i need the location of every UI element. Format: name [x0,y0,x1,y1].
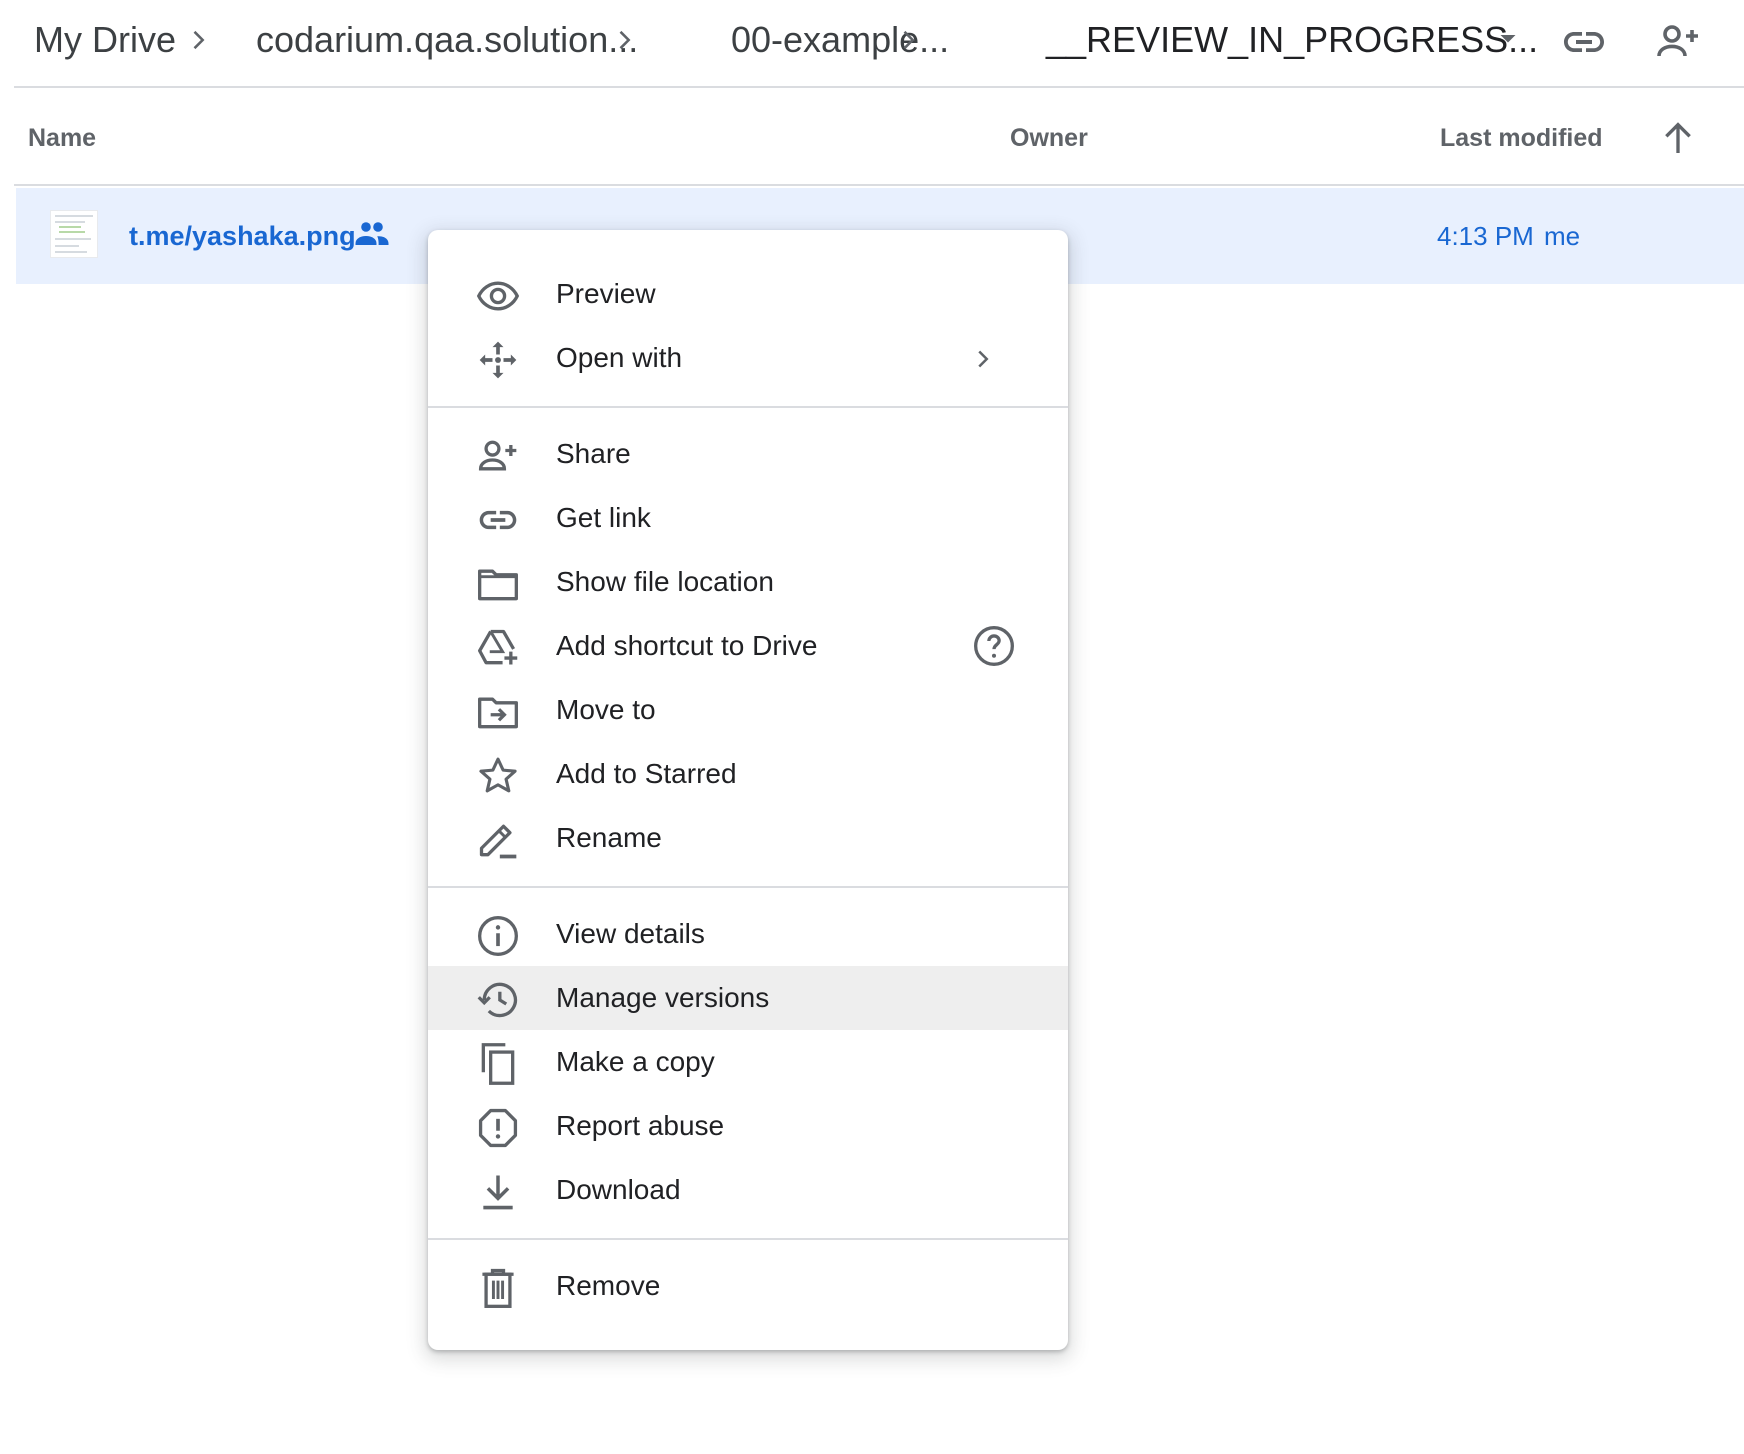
menu-item-share[interactable]: Share [428,422,1068,486]
column-last-modified-header[interactable]: Last modified [1440,90,1603,186]
file-name[interactable]: t.me/yashaka.png [129,188,356,284]
menu-item-show-file-location[interactable]: Show file location [428,550,1068,614]
menu-item-add-to-starred[interactable]: Add to Starred [428,742,1068,806]
menu-item-label: Report abuse [556,1110,725,1141]
chevron-right-icon [619,30,631,50]
folder-icon [478,569,518,601]
breadcrumb-bar: My Drive codarium.qaa.solution... 00-exa… [14,0,1744,88]
pencil-icon [479,824,517,859]
menu-item-get-link[interactable]: Get link [428,486,1068,550]
file-list-header: Name Owner Last modified [14,90,1744,186]
menu-item-label: Manage versions [556,982,770,1013]
column-name-header[interactable]: Name [28,90,96,186]
menu-item-label: Download [556,1174,681,1205]
menu-item-label: Get link [556,502,651,533]
info-icon [478,916,518,956]
menu-item-label: Open with [556,342,683,373]
menu-item-label: View details [556,918,705,949]
menu-item-label: Preview [556,278,656,309]
menu-item-report-abuse[interactable]: Report abuse [428,1094,1068,1158]
menu-item-label: Add shortcut to Drive [556,630,818,661]
move-arrows-icon [479,341,517,379]
chevron-right-icon [903,30,915,50]
dropdown-icon[interactable] [1490,20,1526,56]
menu-item-move-to[interactable]: Move to [428,678,1068,742]
menu-divider [428,1238,1068,1240]
menu-divider [428,406,1068,408]
menu-item-add-shortcut[interactable]: Add shortcut to Drive [428,614,1068,678]
link-icon[interactable] [1560,18,1608,66]
add-person-icon [478,440,517,471]
menu-item-view-details[interactable]: View details [428,902,1068,966]
copy-icon [481,1043,515,1085]
shared-people-icon [355,222,389,245]
drive-shortcut-icon [478,629,518,665]
column-owner-header: Owner [1010,124,1088,152]
download-icon [483,1175,513,1210]
folder-move-icon [478,697,518,729]
link-icon [479,510,517,530]
context-menu: Preview Open with Share Get link Show fi… [428,230,1068,1350]
menu-item-label: Show file location [556,566,774,597]
report-icon [478,1108,518,1148]
last-modified-time: 4:13 PM [1437,221,1534,251]
menu-item-open-with[interactable]: Open with [428,326,1068,390]
star-icon [479,757,517,793]
last-modified-by: me [1544,221,1581,251]
menu-item-label: Share [556,438,631,469]
breadcrumb-current-folder[interactable]: __REVIEW_IN_PROGRESS... [1046,14,1538,66]
sort-arrow-up-icon[interactable] [1658,118,1698,158]
menu-item-download[interactable]: Download [428,1158,1068,1222]
eye-icon [476,281,520,311]
menu-item-label: Remove [556,1270,661,1301]
menu-item-rename[interactable]: Rename [428,806,1068,870]
menu-item-label: Add to Starred [556,758,737,789]
menu-item-remove[interactable]: Remove [428,1254,1068,1318]
menu-item-label: Make a copy [556,1046,715,1077]
menu-divider [428,886,1068,888]
history-icon [477,982,518,1018]
menu-item-label: Move to [556,694,656,725]
menu-item-make-a-copy[interactable]: Make a copy [428,1030,1068,1094]
help-icon[interactable] [972,624,1016,668]
file-thumbnail [50,210,98,258]
chevron-right-icon [978,350,989,368]
breadcrumb-codarium[interactable]: codarium.qaa.solution... [256,14,638,66]
add-person-icon[interactable] [1654,18,1702,66]
menu-item-label: Rename [556,822,662,853]
trash-icon [482,1268,514,1308]
chevron-right-icon [193,30,205,50]
breadcrumb-my-drive[interactable]: My Drive [34,14,176,66]
menu-item-preview[interactable]: Preview [428,262,1068,326]
menu-item-manage-versions[interactable]: Manage versions [428,966,1068,1030]
